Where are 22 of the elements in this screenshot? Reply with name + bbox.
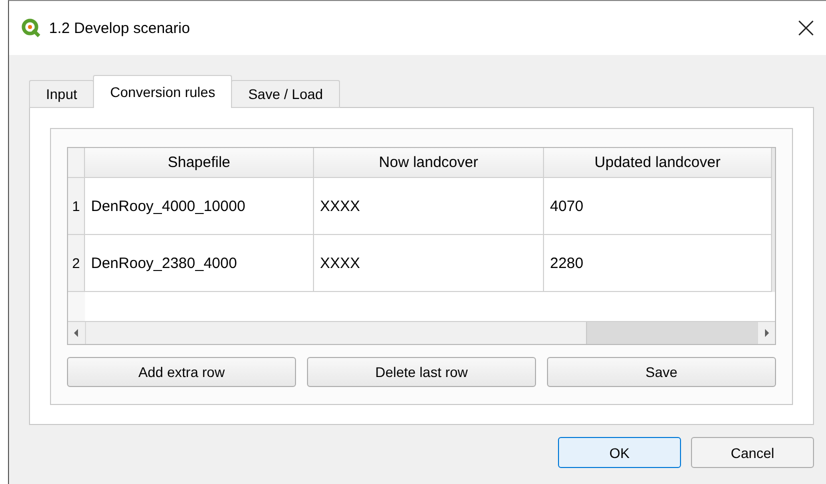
window-title: 1.2 Develop scenario — [49, 20, 191, 36]
dialog-button[interactable]: OK — [558, 437, 681, 468]
horizontal-scrollbar[interactable] — [68, 321, 775, 344]
table-cell: DenRooy_4000_10000 — [85, 178, 314, 235]
tab[interactable]: Conversion rules — [93, 75, 232, 108]
action-button[interactable]: Add extra row — [67, 357, 296, 387]
action-button[interactable]: Save — [547, 357, 776, 387]
column-header[interactable]: Now landcover — [314, 148, 544, 178]
row-header[interactable]: 2 — [68, 235, 85, 292]
tab[interactable]: Save / Load — [231, 80, 340, 108]
tab[interactable]: Input — [29, 80, 94, 108]
table-cell: XXXX — [314, 235, 544, 292]
action-button[interactable]: Delete last row — [307, 357, 536, 387]
table-cell: DenRooy_2380_4000 — [85, 235, 314, 292]
close-icon[interactable] — [798, 20, 814, 36]
app-logo-icon — [21, 18, 41, 38]
scrollbar-thumb[interactable] — [586, 322, 757, 344]
row-header[interactable]: 1 — [68, 178, 85, 235]
table-cell: XXXX — [314, 178, 544, 235]
dialog-button[interactable]: Cancel — [691, 437, 814, 468]
column-header[interactable]: Updated landcover — [544, 148, 772, 178]
column-header[interactable]: Shapefile — [85, 148, 314, 178]
